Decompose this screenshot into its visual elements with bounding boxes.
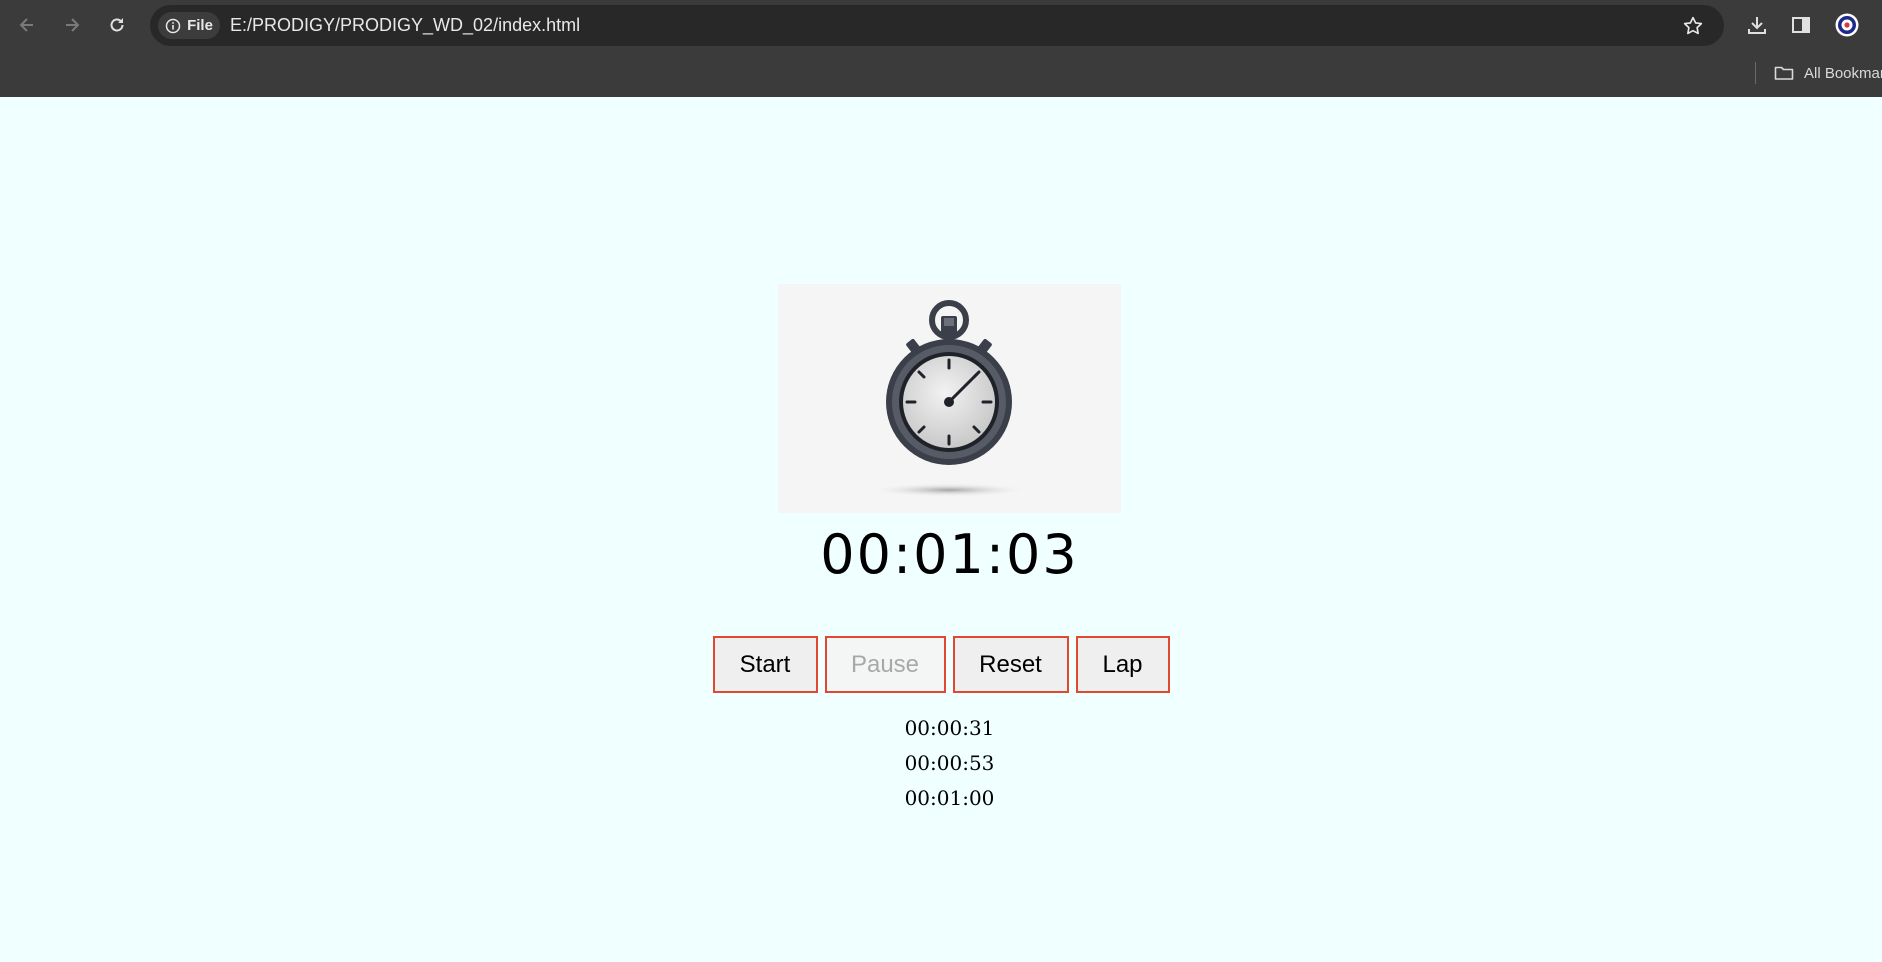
bookmarks-separator [1755,62,1756,84]
side-panel-icon [1792,17,1810,33]
reset-button[interactable]: Reset [952,636,1069,693]
address-bar[interactable]: File E:/PRODIGY/PRODIGY_WD_02/index.html [150,5,1724,46]
download-icon [1748,17,1766,34]
lap-item: 00:00:53 [904,751,995,775]
lap-item: 00:00:31 [904,716,995,740]
side-panel-button[interactable] [1786,10,1816,40]
profile-avatar-icon [1835,13,1859,37]
back-button[interactable] [12,10,42,40]
controls: Start Pause Reset Lap [0,636,1882,693]
reload-button[interactable] [102,10,132,40]
timer-display: 00:01:03 [820,523,1079,586]
url-text[interactable]: E:/PRODIGY/PRODIGY_WD_02/index.html [230,5,580,46]
stopwatch-image [778,284,1121,513]
back-arrow-icon [19,18,33,32]
browser-chrome: File E:/PRODIGY/PRODIGY_WD_02/index.html [0,0,1882,97]
profile-button[interactable] [1832,10,1862,40]
lap-item: 00:01:00 [904,786,995,810]
info-icon [165,18,181,33]
all-bookmarks-button[interactable]: All Bookmarks [1774,62,1882,84]
forward-arrow-icon [66,18,80,32]
forward-button[interactable] [57,10,87,40]
folder-icon [1774,66,1794,80]
lap-button[interactable]: Lap [1075,636,1170,693]
site-info-chip[interactable]: File [158,12,220,39]
star-icon [1683,16,1703,35]
stopwatch-illustration-icon [869,300,1029,497]
reload-icon [110,18,124,32]
pause-button[interactable]: Pause [824,636,946,693]
start-button[interactable]: Start [712,636,818,693]
file-chip-label: File [187,17,213,34]
all-bookmarks-label: All Bookmarks [1804,64,1882,82]
bookmarks-bar: All Bookmarks [0,50,1882,97]
downloads-button[interactable] [1742,10,1772,40]
lap-list: 00:00:31 00:00:53 00:01:00 [0,713,1882,818]
browser-toolbar: File E:/PRODIGY/PRODIGY_WD_02/index.html [0,0,1882,50]
bookmark-star-button[interactable] [1680,13,1706,39]
